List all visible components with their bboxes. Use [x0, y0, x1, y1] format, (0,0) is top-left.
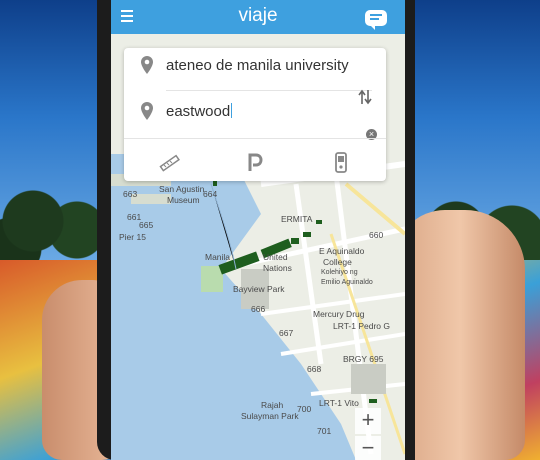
map-label: 665 — [139, 220, 154, 230]
map-label: BRGY 695 — [343, 354, 384, 364]
map-label: 663 — [123, 189, 138, 199]
phone-screen: viaje 663 San Agustin Museum 664 661 ERM… — [111, 0, 405, 460]
parking-icon[interactable] — [244, 152, 266, 174]
map-label: 701 — [317, 426, 332, 436]
map-label: 667 — [279, 328, 294, 338]
origin-input[interactable]: ateneo de manila university — [166, 57, 349, 74]
location-pin-icon — [141, 102, 153, 120]
map-label: United — [263, 252, 288, 262]
text-cursor — [231, 103, 233, 118]
map-label: ERMITA — [281, 214, 313, 224]
destination-input[interactable]: eastwood — [166, 103, 233, 120]
zoom-out-button[interactable]: − — [355, 436, 381, 460]
map-label: Manila — [205, 252, 231, 262]
map-label: Nations — [263, 263, 292, 273]
map-view[interactable]: 663 San Agustin Museum 664 661 ERMITA 66… — [111, 34, 405, 460]
route-search-card: ateneo de manila university eastwood × — [124, 48, 386, 181]
map-label: San Agustin — [159, 184, 205, 194]
app-bar: viaje — [111, 0, 405, 34]
train-icon[interactable] — [330, 152, 352, 174]
map-label: 668 — [307, 364, 322, 374]
map-label: LRT-1 Pedro G — [333, 321, 391, 331]
zoom-in-button[interactable]: + — [355, 408, 381, 434]
chat-icon[interactable] — [365, 10, 387, 30]
map-label: Sulayman Park — [241, 411, 299, 421]
destination-value: eastwood — [166, 103, 231, 120]
map-label: College — [323, 257, 352, 267]
map-label: Kolehiyo ng — [321, 269, 358, 276]
map-label: Museum — [167, 195, 200, 205]
map-label: Emilio Aguinaldo — [321, 279, 373, 286]
location-pin-icon — [141, 56, 153, 74]
map-label: Mercury Drug — [313, 309, 365, 319]
map-label: Bayview Park — [233, 284, 285, 294]
map-label: E Aquinaldo — [319, 246, 365, 256]
app-title: viaje — [238, 5, 278, 26]
divider — [166, 90, 372, 91]
divider — [124, 138, 386, 139]
map-label: 666 — [251, 304, 266, 314]
phone-edge — [405, 0, 415, 460]
destination-field[interactable]: eastwood — [124, 94, 386, 128]
map-label: Pier 15 — [119, 232, 146, 242]
map-label: 660 — [369, 230, 384, 240]
ruler-icon[interactable] — [158, 152, 180, 174]
map-label: LRT-1 Vito — [319, 398, 359, 408]
origin-field[interactable]: ateneo de manila university — [124, 48, 386, 82]
map-label: 664 — [203, 189, 218, 199]
map-label: 700 — [297, 404, 312, 414]
map-label: Rajah — [261, 400, 284, 410]
